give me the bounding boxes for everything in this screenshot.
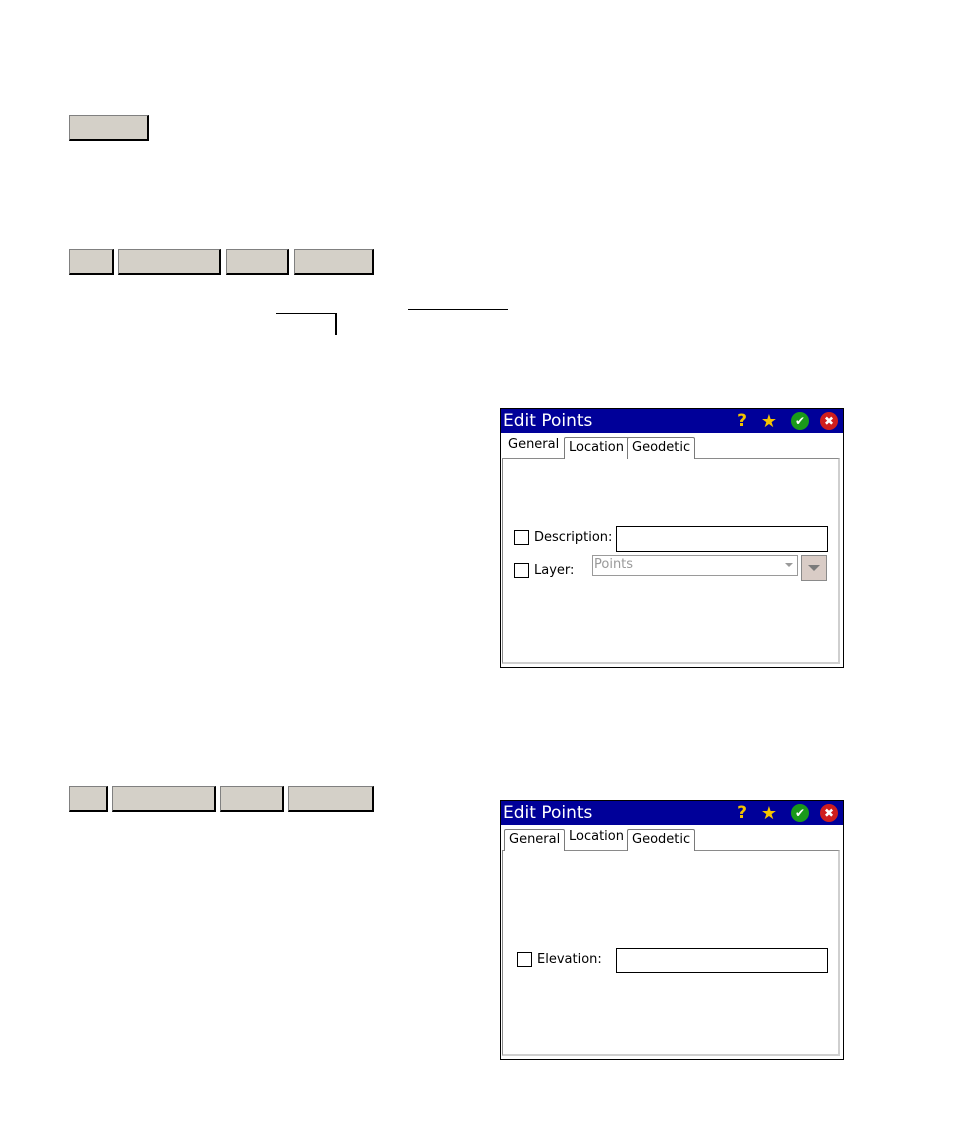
tab-panel: Description: Layer: Points [502,458,840,664]
favorite-star-icon[interactable]: ★ [760,411,778,432]
layer-label: Layer: [534,563,575,578]
tab-general[interactable]: General [504,829,566,851]
tab-location[interactable]: Location [565,827,628,849]
ok-check-icon[interactable]: ✔ [791,412,809,430]
description-field[interactable] [616,526,828,552]
layer-dropdown-button[interactable] [801,555,827,581]
edit-points-dialog-location: Edit Points ? ★ ✔ ✖ Elevation: General L… [500,800,844,1060]
elevation-checkbox[interactable] [517,952,532,967]
dropdown-arrow-icon [808,565,820,571]
key-button-blank [118,249,221,275]
ok-check-icon[interactable]: ✔ [791,804,809,822]
key-button-blank [69,115,149,141]
dialog-title: Edit Points [503,411,593,431]
elevation-label: Elevation: [537,952,602,967]
key-button-blank [69,786,108,812]
key-button-blank [276,313,337,335]
title-bar: Edit Points ? ★ ✔ ✖ [501,409,843,433]
key-button-blank [220,786,284,812]
close-x-icon[interactable]: ✖ [820,804,838,822]
key-button-blank [69,249,114,275]
title-bar: Edit Points ? ★ ✔ ✖ [501,801,843,825]
description-label: Description: [534,530,613,545]
edit-points-dialog-general: Edit Points ? ★ ✔ ✖ Description: Layer: … [500,408,844,668]
key-button-blank [112,786,216,812]
description-checkbox[interactable] [514,530,529,545]
layer-checkbox[interactable] [514,563,529,578]
chevron-down-icon [785,563,793,567]
help-icon[interactable]: ? [733,803,751,823]
elevation-field[interactable] [616,948,828,973]
tab-location[interactable]: Location [564,437,629,459]
key-button-blank [226,249,289,275]
layer-select[interactable]: Points [592,555,798,576]
close-x-icon[interactable]: ✖ [820,412,838,430]
tab-geodetic[interactable]: Geodetic [627,829,696,851]
tab-panel: Elevation: [502,850,840,1056]
key-button-blank [294,249,374,275]
layer-select-value: Points [594,557,634,572]
tab-general[interactable]: General [504,435,564,457]
key-button-blank [288,786,374,812]
tab-geodetic[interactable]: Geodetic [627,437,696,459]
help-icon[interactable]: ? [733,411,751,431]
underline-rule [408,309,508,310]
favorite-star-icon[interactable]: ★ [760,803,778,824]
dialog-title: Edit Points [503,803,593,823]
